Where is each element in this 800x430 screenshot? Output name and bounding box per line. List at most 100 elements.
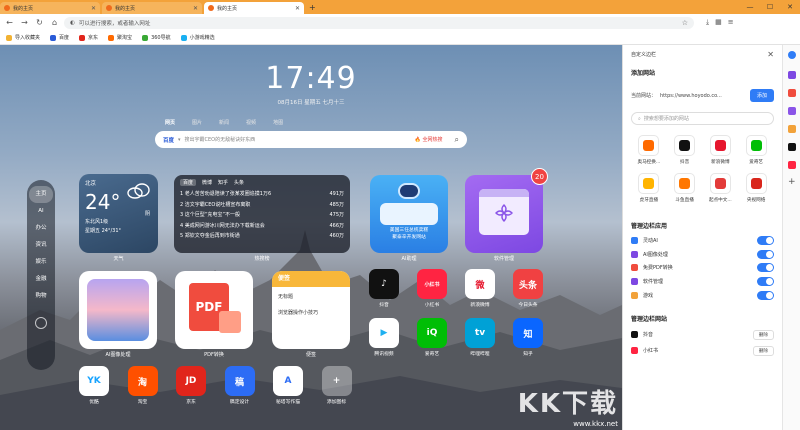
app-toggle[interactable] <box>757 263 774 273</box>
hot-tab-baidu[interactable]: 百度 <box>180 179 197 186</box>
site-option[interactable]: 新浪微博 <box>703 135 739 165</box>
ai-icon[interactable] <box>788 51 796 59</box>
search-tab-images[interactable]: 图片 <box>192 119 202 126</box>
hot-tab-zhihu[interactable]: 知乎 <box>218 179 228 186</box>
notes-tile[interactable]: 便签 无标题 浏览器操作小技巧 <box>272 271 350 349</box>
app-apps_row1-0-icon[interactable]: ♪ <box>369 269 399 299</box>
add-category-icon[interactable] <box>35 317 47 329</box>
tab-close-icon[interactable]: ✕ <box>91 5 96 12</box>
reload-icon[interactable]: ↻ <box>34 18 45 27</box>
search-engine-selector[interactable]: 百度 <box>163 136 174 144</box>
chevron-down-icon[interactable]: ▾ <box>178 137 181 143</box>
app-apps_row3-4-icon[interactable]: A <box>273 366 303 396</box>
xiaohongshu-icon[interactable] <box>788 161 796 169</box>
bookmark-baidu[interactable]: 百度 <box>50 34 69 41</box>
app-apps_row3-3-icon[interactable]: 稿 <box>224 366 255 396</box>
site-option[interactable]: 爱奇艺 <box>738 135 774 165</box>
add-site-button[interactable]: 添加 <box>749 89 774 102</box>
category-entertainment[interactable]: 娱乐 <box>27 254 55 271</box>
pdf-convert-tile[interactable]: PDF <box>175 271 253 349</box>
hot-search-button[interactable]: 🔥 全网热搜 <box>415 136 443 143</box>
search-input[interactable]: 搜出宇霸CEO的无敌秘诀好东西 <box>185 136 256 143</box>
tab-3[interactable]: 我的主页 ✕ <box>204 2 304 14</box>
add-icon[interactable]: + <box>788 177 796 187</box>
bookmark-games[interactable]: 小游戏精选 <box>180 34 215 41</box>
weather-widget[interactable]: 北京 24° 阴 东北风1级 星期五 24°/31° <box>79 174 158 253</box>
minimize-icon[interactable]: — <box>740 0 760 14</box>
site-search-input[interactable]: ⌕ 搜索想要添加的网站 <box>631 112 774 125</box>
search-icon[interactable]: ⌕ <box>455 135 459 145</box>
app-toggle[interactable] <box>757 249 774 259</box>
category-shopping[interactable]: 购物 <box>27 288 55 305</box>
delete-site-button[interactable]: 删除 <box>752 329 774 340</box>
tab-close-icon[interactable]: ✕ <box>193 5 198 12</box>
close-window-icon[interactable]: ✕ <box>780 0 800 14</box>
software-icon[interactable] <box>788 107 796 115</box>
site-option[interactable]: 斗鱼直播 <box>667 173 703 203</box>
site-option[interactable]: 虎牙直播 <box>631 173 667 203</box>
forward-icon[interactable]: → <box>19 18 30 27</box>
menu-icon[interactable]: ≡ <box>728 18 734 27</box>
tab-2[interactable]: 我的主页 ✕ <box>102 2 202 14</box>
address-bar[interactable]: ◐ 可以进行搜索，或者输入网址 ☆ <box>64 16 694 29</box>
search-tab-web[interactable]: 网页 <box>165 119 175 126</box>
app-apps_row1-1-icon[interactable]: 小红书 <box>417 269 447 299</box>
star-icon[interactable]: ☆ <box>682 19 688 27</box>
category-ai[interactable]: AI <box>27 203 55 220</box>
search-tab-map[interactable]: 地图 <box>273 119 283 126</box>
site-option[interactable]: 央视网络 <box>738 173 774 203</box>
hot-item[interactable]: 4 美成网问游冰川网无法办下载新运会 466万 <box>180 221 344 232</box>
ai-image-tile[interactable] <box>79 271 157 349</box>
category-home[interactable]: 主页 <box>29 186 53 203</box>
hot-tab-weibo[interactable]: 微博 <box>202 179 212 186</box>
site-option[interactable]: 奥马控换... <box>631 135 667 165</box>
image-icon[interactable] <box>788 71 796 79</box>
home-icon[interactable]: ⌂ <box>49 18 60 27</box>
site-option[interactable]: 抖音 <box>667 135 703 165</box>
hot-item[interactable]: 1 老人苦苦劝退陪读了张某发圈追摸1万6 491万 <box>180 189 344 200</box>
hot-item[interactable]: 2 洁文宇霸CEO说吐槽宣布离职 485万 <box>180 200 344 211</box>
app-apps_row2-2-icon[interactable]: tv <box>465 318 495 348</box>
bookmark-360[interactable]: 360导航 <box>142 34 171 41</box>
search-box[interactable]: 百度 ▾ 搜出宇霸CEO的无敌秘诀好东西 🔥 全网热搜 ⌕ <box>155 131 467 148</box>
delete-site-button[interactable]: 删除 <box>752 345 774 356</box>
site-option[interactable]: 起点中文... <box>703 173 739 203</box>
category-finance[interactable]: 金融 <box>27 271 55 288</box>
search-tab-video[interactable]: 视频 <box>246 119 256 126</box>
app-apps_row1-3-icon[interactable]: 头条 <box>513 269 543 299</box>
game-icon[interactable] <box>788 125 796 133</box>
search-tab-news[interactable]: 新闻 <box>219 119 229 126</box>
hot-item[interactable]: 5 郑钦文夺金后再到市街通 460万 <box>180 231 344 242</box>
ai-assistant-tile[interactable]: 美国三任总统卖糕 聚泰辛开发网站 <box>370 175 448 253</box>
app-apps_row3-2-icon[interactable]: JD <box>176 366 206 396</box>
hot-tab-toutiao[interactable]: 头条 <box>234 179 244 186</box>
app-apps_row3-1-icon[interactable]: 淘 <box>127 366 158 396</box>
app-apps_row2-3-icon[interactable]: 知 <box>513 318 543 348</box>
pdf-icon[interactable] <box>788 89 796 97</box>
extensions-icon[interactable]: ▦ <box>715 18 722 27</box>
category-news[interactable]: 资讯 <box>27 237 55 254</box>
app-toggle[interactable] <box>757 290 774 300</box>
hot-item[interactable]: 3 这个巨型“充电宝”不一般 475万 <box>180 210 344 221</box>
tab-close-icon[interactable]: ✕ <box>295 5 300 12</box>
app-apps_row2-1-icon[interactable]: iQ <box>417 318 447 348</box>
close-icon[interactable]: ✕ <box>767 50 774 59</box>
douyin-icon[interactable] <box>788 143 796 151</box>
app-toggle[interactable] <box>757 277 774 287</box>
app-apps_row2-0-icon[interactable]: ▶ <box>369 318 399 348</box>
app-apps_row1-2-icon[interactable]: 微 <box>465 269 495 299</box>
app-toggle[interactable] <box>757 236 774 246</box>
back-icon[interactable]: ← <box>4 18 15 27</box>
new-tab-button[interactable]: + <box>304 2 321 14</box>
software-manager-tile[interactable] <box>465 175 543 253</box>
bookmark-import[interactable]: 导入收藏夹 <box>6 34 40 41</box>
download-icon[interactable]: ⤓ <box>706 18 709 27</box>
watermark: KK下载 www.kkx.net <box>518 383 618 428</box>
bookmark-taobao[interactable]: 聚淘宝 <box>108 34 132 41</box>
app-apps_row3-0-icon[interactable]: YK <box>79 366 109 396</box>
maximize-icon[interactable]: ☐ <box>760 0 780 14</box>
app-apps_row3-5-icon[interactable]: + <box>321 366 352 396</box>
bookmark-jd[interactable]: 京东 <box>79 34 98 41</box>
tab-1[interactable]: 我的主页 ✕ <box>0 2 100 14</box>
category-office[interactable]: 办公 <box>27 220 55 237</box>
